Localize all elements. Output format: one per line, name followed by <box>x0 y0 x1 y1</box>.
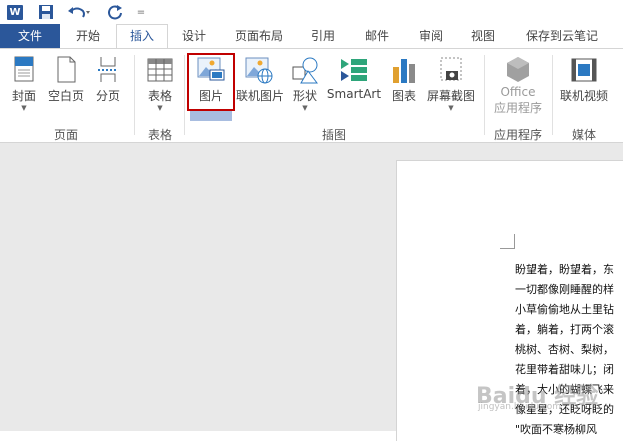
document-text-line: 桃树、杏树、梨树， <box>515 343 614 356</box>
office-apps-label-line2: 应用程序 <box>493 101 542 115</box>
smartart-button[interactable]: SmartArt <box>326 55 382 101</box>
screenshot-label: 屏幕截图 <box>426 89 475 103</box>
blank-page-icon <box>57 56 76 83</box>
document-text-line: "吹面不寒杨柳风 <box>515 423 598 436</box>
chart-label: 图表 <box>391 89 416 103</box>
online-video-label: 联机视频 <box>559 89 608 103</box>
online-video-button[interactable]: 联机视频 <box>556 55 612 104</box>
tab-page-layout[interactable]: 页面布局 <box>224 24 294 48</box>
undo-button[interactable] <box>66 3 92 21</box>
page-break-label: 分页 <box>95 89 120 103</box>
tab-home[interactable]: 开始 <box>62 24 114 48</box>
document-text-line: 着，躺着，打两个滚 <box>515 323 614 336</box>
cover-dropdown-arrow-icon: ▼ <box>21 104 27 112</box>
quick-access-toolbar: W = <box>0 0 623 24</box>
ribbon-insert: 封面 ▼ 空白页 分页 页面 表格 ▼ 表格 图片 联机图片 形状 ▼ Smar… <box>0 48 623 143</box>
shapes-label: 形状 <box>292 89 317 103</box>
shapes-dropdown-arrow-icon: ▼ <box>302 104 308 112</box>
group-label-pages: 页面 <box>53 128 78 142</box>
save-icon <box>39 5 53 19</box>
office-apps-icon <box>507 57 529 82</box>
document-text-line: 花里带着甜味儿；闭 <box>515 363 614 376</box>
baidu-watermark-url: jingyan.baidu.com <box>478 402 562 412</box>
document-text-line: 一切都像刚睡醒的样 <box>515 283 614 296</box>
group-label-apps: 应用程序 <box>493 128 542 142</box>
table-button[interactable]: 表格 ▼ <box>140 55 180 112</box>
tab-file[interactable]: 文件 <box>0 24 60 48</box>
ribbon-tab-bar: 文件 开始 插入 设计 页面布局 引用 邮件 审阅 视图 保存到云笔记 <box>0 24 623 49</box>
tab-mailings[interactable]: 邮件 <box>354 24 400 48</box>
blank-page-button[interactable]: 空白页 <box>46 55 86 104</box>
tab-design[interactable]: 设计 <box>170 24 218 48</box>
office-apps-label-line1: Office <box>500 85 536 99</box>
chart-button[interactable]: 图表 <box>386 55 422 104</box>
tab-view[interactable]: 视图 <box>460 24 506 48</box>
group-separator <box>484 55 485 135</box>
customize-qat-button[interactable]: = <box>134 3 148 21</box>
online-picture-icon <box>245 57 273 84</box>
document-text-line: 小草偷偷地从土里钻 <box>515 303 614 316</box>
table-dropdown-arrow-icon: ▼ <box>157 104 163 112</box>
group-separator <box>184 55 185 135</box>
cover-page-icon <box>14 56 34 82</box>
page-break-button[interactable]: 分页 <box>90 55 126 104</box>
screenshot-icon <box>440 57 462 81</box>
customize-qat-label: = <box>136 6 146 18</box>
chart-icon <box>393 59 415 83</box>
screenshot-button[interactable]: 屏幕截图 ▼ <box>424 55 478 112</box>
online-picture-label: 联机图片 <box>236 89 285 103</box>
picture-button-highlight <box>187 53 235 111</box>
shapes-icon <box>292 57 318 84</box>
cover-page-button[interactable]: 封面 ▼ <box>6 55 42 112</box>
blank-page-label: 空白页 <box>47 89 84 103</box>
online-video-icon <box>571 58 597 82</box>
tab-review[interactable]: 审阅 <box>408 24 454 48</box>
group-label-media: 媒体 <box>571 128 596 142</box>
word-logo-letter: W <box>7 4 23 20</box>
page-break-icon <box>98 57 118 82</box>
shapes-button[interactable]: 形状 ▼ <box>288 55 322 112</box>
cover-page-label: 封面 <box>11 89 36 103</box>
table-label: 表格 <box>147 89 172 103</box>
document-text-line: 盼望着，盼望着，东 <box>515 263 614 276</box>
save-button[interactable] <box>36 3 56 21</box>
online-picture-button[interactable]: 联机图片 <box>236 55 285 104</box>
group-separator <box>134 55 135 135</box>
smartart-label: SmartArt <box>326 87 382 101</box>
redo-button[interactable] <box>106 3 126 21</box>
screenshot-dropdown-arrow-icon: ▼ <box>448 104 454 112</box>
smartart-icon <box>341 59 367 81</box>
office-apps-button[interactable]: Office 应用程序 <box>488 55 548 116</box>
tab-insert[interactable]: 插入 <box>116 24 168 49</box>
redo-icon <box>108 5 122 20</box>
tab-save-to-cloud-notes[interactable]: 保存到云笔记 <box>514 24 610 48</box>
group-label-illustrations: 插图 <box>321 128 346 142</box>
tab-references[interactable]: 引用 <box>300 24 346 48</box>
word-logo-icon: W <box>4 3 26 21</box>
text-margin-corner-mark <box>500 234 515 249</box>
group-separator <box>552 55 553 135</box>
table-icon <box>147 58 173 82</box>
group-label-tables: 表格 <box>147 128 172 142</box>
undo-icon <box>68 7 90 18</box>
